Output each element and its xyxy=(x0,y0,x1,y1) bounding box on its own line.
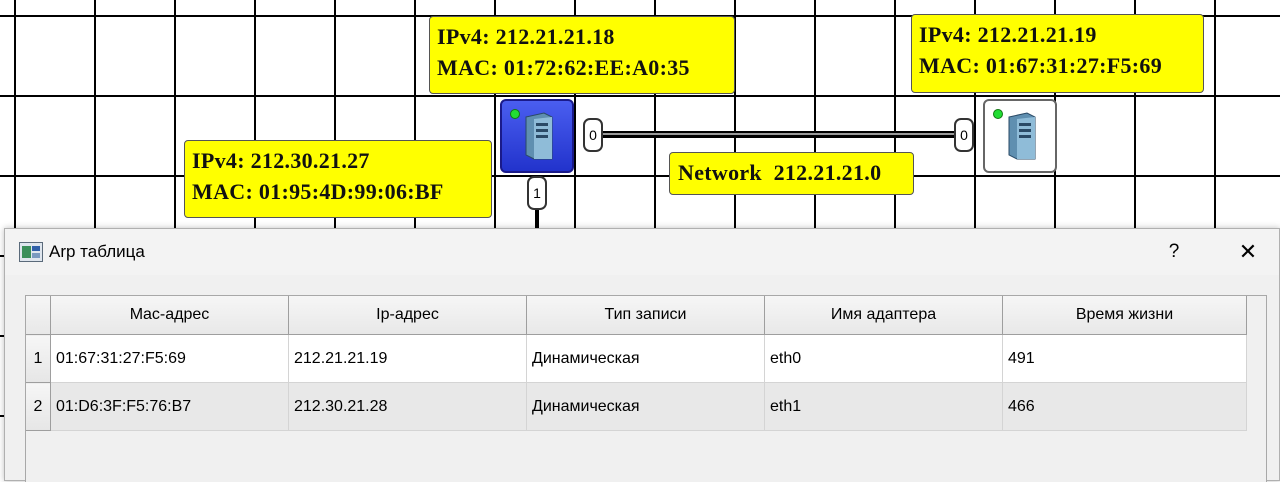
table-row[interactable]: 1 01:67:31:27:F5:69 212.21.21.19 Динамич… xyxy=(26,334,1247,383)
dialog-titlebar[interactable]: Arp таблица ? ✕ xyxy=(5,229,1279,275)
host-left-mac: MAC: 01:95:4D:99:06:BF xyxy=(192,179,444,204)
help-button[interactable]: ? xyxy=(1151,235,1197,269)
router-ipv4: IPv4: 212.21.21.18 xyxy=(437,24,615,49)
arp-table-dialog: Arp таблица ? ✕ Mac-адрес Ip-адрес Тип з… xyxy=(4,228,1280,482)
table-corner[interactable] xyxy=(26,296,51,335)
arp-table[interactable]: Mac-адрес Ip-адрес Тип записи Имя адапте… xyxy=(25,295,1267,482)
column-header-ip[interactable]: Ip-адрес xyxy=(288,296,527,335)
close-button[interactable]: ✕ xyxy=(1225,235,1271,269)
cell-ip[interactable]: 212.30.21.28 xyxy=(288,382,527,431)
host-left-ipv4: IPv4: 212.30.21.27 xyxy=(192,148,370,173)
cell-mac[interactable]: 01:D6:3F:F5:76:B7 xyxy=(50,382,289,431)
cell-mac[interactable]: 01:67:31:27:F5:69 xyxy=(50,334,289,383)
router-address-label[interactable]: IPv4: 212.21.21.18 MAC: 01:72:62:EE:A0:3… xyxy=(429,16,735,94)
column-header-mac[interactable]: Mac-адрес xyxy=(50,296,289,335)
server-icon xyxy=(1008,112,1036,160)
column-header-type[interactable]: Тип записи xyxy=(526,296,765,335)
router-port-0[interactable]: 0 xyxy=(583,118,603,152)
cell-type[interactable]: Динамическая xyxy=(526,382,765,431)
cell-ttl[interactable]: 466 xyxy=(1002,382,1247,431)
host-right-address-label[interactable]: IPv4: 212.21.21.19 MAC: 01:67:31:27:F5:6… xyxy=(911,14,1204,93)
host-left-address-label[interactable]: IPv4: 212.30.21.27 MAC: 01:95:4D:99:06:B… xyxy=(184,140,492,218)
host-right-device[interactable] xyxy=(983,99,1057,173)
cell-ttl[interactable]: 491 xyxy=(1002,334,1247,383)
status-led-icon xyxy=(510,109,520,119)
column-header-adapter[interactable]: Имя адаптера xyxy=(764,296,1003,335)
row-number[interactable]: 2 xyxy=(26,382,51,431)
status-led-icon xyxy=(993,109,1003,119)
app-icon xyxy=(19,242,43,262)
network-link-highlight xyxy=(600,133,954,135)
row-number[interactable]: 1 xyxy=(26,334,51,383)
column-header-ttl[interactable]: Время жизни xyxy=(1002,296,1247,335)
router-mac: MAC: 01:72:62:EE:A0:35 xyxy=(437,55,690,80)
host-right-ipv4: IPv4: 212.21.21.19 xyxy=(919,22,1097,47)
router-downlink[interactable] xyxy=(535,210,539,230)
cell-ip[interactable]: 212.21.21.19 xyxy=(288,334,527,383)
host-right-port-0[interactable]: 0 xyxy=(954,118,974,152)
table-header-row: Mac-адрес Ip-адрес Тип записи Имя адапте… xyxy=(26,296,1247,335)
cell-adapter[interactable]: eth0 xyxy=(764,334,1003,383)
server-icon xyxy=(525,112,553,160)
cell-adapter[interactable]: eth1 xyxy=(764,382,1003,431)
cell-type[interactable]: Динамическая xyxy=(526,334,765,383)
network-label[interactable]: Network 212.21.21.0 xyxy=(669,152,914,195)
host-right-mac: MAC: 01:67:31:27:F5:69 xyxy=(919,53,1163,78)
router-port-1[interactable]: 1 xyxy=(527,176,547,210)
arp-table-grid: Mac-адрес Ip-адрес Тип записи Имя адапте… xyxy=(26,296,1247,431)
dialog-title: Arp таблица xyxy=(49,242,145,261)
table-row[interactable]: 2 01:D6:3F:F5:76:B7 212.30.21.28 Динамич… xyxy=(26,382,1247,431)
router-device[interactable] xyxy=(500,99,574,173)
